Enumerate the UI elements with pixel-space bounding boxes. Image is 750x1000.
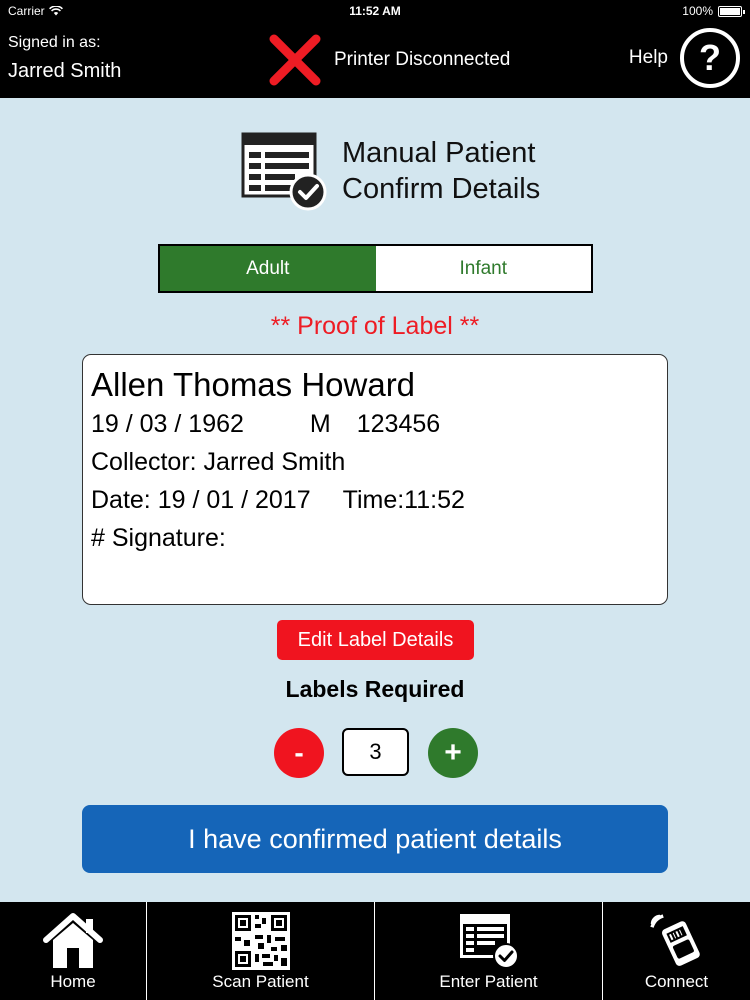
labels-count-input[interactable] xyxy=(342,728,409,776)
user-name: Jarred Smith xyxy=(8,60,122,82)
patient-dob: 19 / 03 / 1962 xyxy=(91,410,244,438)
tab-enter-patient[interactable]: Enter Patient xyxy=(375,902,603,1000)
patient-type-infant[interactable]: Infant xyxy=(375,246,591,291)
form-check-icon xyxy=(241,132,327,211)
edit-label-details-button[interactable]: Edit Label Details xyxy=(277,620,474,660)
battery-percent: 100% xyxy=(682,4,713,18)
patient-type-adult[interactable]: Adult xyxy=(160,246,376,291)
label-preview: Allen Thomas Howard 19 / 03 / 1962 M 12345… xyxy=(82,354,668,605)
signed-in-info: Signed in as: Jarred Smith xyxy=(8,34,121,83)
home-icon xyxy=(43,913,103,968)
help-icon[interactable]: ? xyxy=(680,28,740,88)
confirm-patient-details-button[interactable]: I have confirmed patient details xyxy=(82,805,668,873)
printer-status[interactable]: Printer Disconnected xyxy=(268,32,510,88)
patient-type-selector: Adult Infant xyxy=(158,244,593,293)
collection-date: Date: 19 / 01 / 2017 xyxy=(91,486,311,514)
patient-name: Allen Thomas Howard xyxy=(91,366,416,403)
disconnected-x-icon xyxy=(269,34,321,86)
proof-of-label-heading: ** Proof of Label ** xyxy=(270,312,480,340)
status-bar: Carrier 11:52 AM 100% xyxy=(0,0,750,22)
printer-connect-icon xyxy=(649,914,700,966)
tab-home[interactable]: Home xyxy=(0,902,147,1000)
help-label: Help xyxy=(628,47,668,68)
date-time-line: Date: 19 / 01 / 2017 Time:11:52 xyxy=(91,481,667,519)
patient-id: 123456 xyxy=(356,410,441,438)
battery-status: 100% xyxy=(682,4,745,18)
tab-enter-patient-label: Enter Patient xyxy=(439,972,538,991)
patient-sex: M xyxy=(309,410,331,438)
form-check-icon xyxy=(459,914,519,969)
page-title-line1: Manual Patient xyxy=(342,137,536,169)
bottom-tab-bar: Home Scan Patient Enter Patient Connect xyxy=(0,902,750,1000)
signed-in-label: Signed in as: xyxy=(8,34,101,51)
clock: 11:52 AM xyxy=(349,4,401,18)
patient-dob-sex-id: 19 / 03 / 1962 M 123456 xyxy=(91,405,667,443)
battery-icon xyxy=(718,5,745,17)
page-title-line2: Confirm Details xyxy=(342,173,541,205)
tab-connect-label: Connect xyxy=(644,972,709,991)
decrement-labels-button[interactable]: - xyxy=(274,728,324,778)
qr-code-icon xyxy=(231,912,290,970)
tab-home-label: Home xyxy=(50,972,96,991)
tab-connect[interactable]: Connect xyxy=(603,902,750,1000)
app-header: Signed in as: Jarred Smith Printer Disco… xyxy=(0,22,750,98)
printer-status-text: Printer Disconnected xyxy=(334,49,511,70)
collection-time: Time:11:52 xyxy=(342,486,465,514)
tab-scan-patient-label: Scan Patient xyxy=(212,972,309,991)
increment-labels-button[interactable]: + xyxy=(428,728,478,778)
signature-line: # Signature: xyxy=(91,524,226,552)
page-title-block: Manual Patient Confirm Details xyxy=(240,130,540,212)
page-title: Manual Patient Confirm Details xyxy=(342,135,540,207)
tab-scan-patient[interactable]: Scan Patient xyxy=(147,902,375,1000)
labels-required-heading: Labels Required xyxy=(285,676,465,702)
collector-line: Collector: Jarred Smith xyxy=(91,448,346,476)
help-button[interactable]: Help ? xyxy=(629,28,740,88)
